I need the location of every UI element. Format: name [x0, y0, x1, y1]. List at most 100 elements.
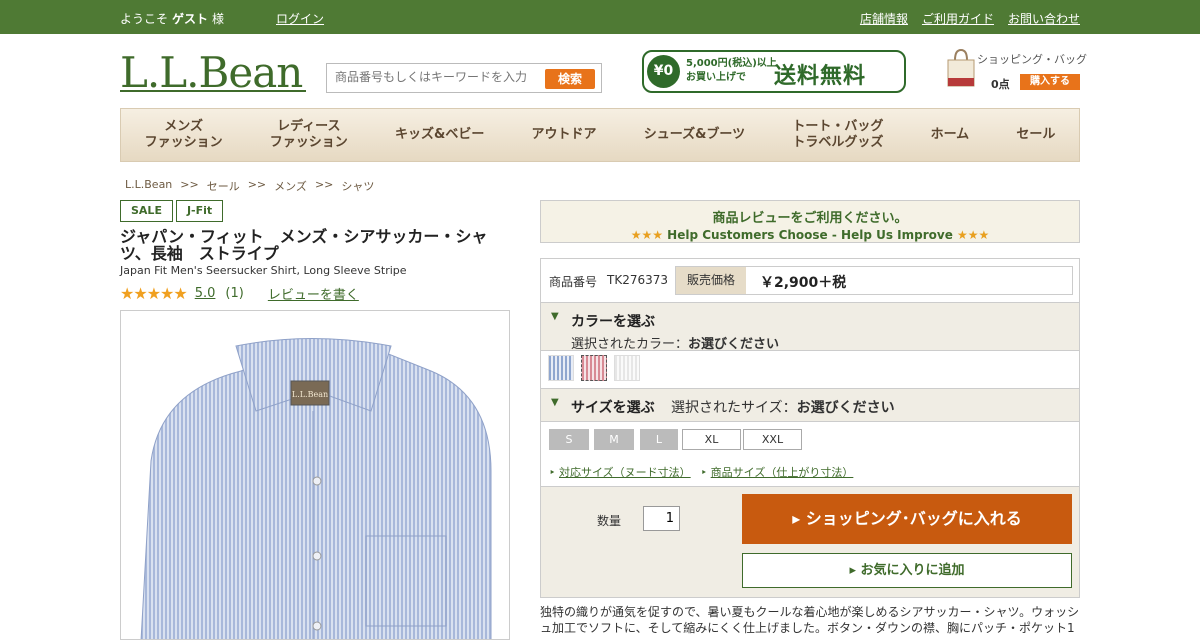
add-to-cart-label: ショッピング･バッグに入れる: [805, 509, 1022, 528]
free-shipping-text: 送料無料: [774, 64, 867, 89]
guest-name: ゲスト: [172, 12, 209, 26]
nav-kids[interactable]: キッズ&ベビー: [371, 127, 508, 143]
add-to-cart-button[interactable]: ▸ ショッピング･バッグに入れる: [742, 494, 1072, 544]
product-size-link-text[interactable]: 商品サイズ（仕上がり寸法）: [711, 466, 854, 479]
nav-mens[interactable]: メンズ ファッション: [121, 119, 246, 151]
price-value: ￥2,900＋税: [760, 275, 847, 291]
swatch-white-stripe[interactable]: [614, 355, 640, 381]
breadcrumb: L.L.Bean >> セール >> メンズ >> シャツ: [125, 178, 374, 194]
nude-size-link[interactable]: ‣ 対応サイズ（ヌード寸法）: [549, 464, 691, 480]
product-description: 独特の織りが通気を促すので、暑い夏もクールな着心地が楽しめるシアサッカー・シャツ…: [540, 605, 1080, 635]
breadcrumb-mens[interactable]: メンズ: [274, 178, 307, 194]
welcome-text: ようこそ ゲスト様: [120, 10, 224, 27]
quantity-input[interactable]: [643, 506, 680, 531]
selected-size: 選択されたサイズ：お選びください: [671, 397, 895, 417]
nav-sale[interactable]: セール: [993, 127, 1079, 143]
add-to-favorites-button[interactable]: ▸ お気に入りに追加: [742, 553, 1072, 588]
size-l-button[interactable]: L: [640, 429, 678, 450]
main-nav: メンズ ファッション レディース ファッション キッズ&ベビー アウトドア シュ…: [120, 108, 1080, 162]
size-options: S M L XL XXL ‣ 対応サイズ（ヌード寸法） ‣ 商品サイズ（仕上がり…: [541, 422, 1079, 486]
size-guide-links: ‣ 対応サイズ（ヌード寸法） ‣ 商品サイズ（仕上がり寸法）: [549, 464, 853, 480]
swatch-blue-stripe[interactable]: [548, 355, 574, 381]
welcome-suffix: 様: [212, 12, 225, 26]
store-info-link[interactable]: 店舗情報: [860, 10, 908, 27]
contact-link[interactable]: お問い合わせ: [1008, 10, 1080, 27]
banner-star-icon: ★★★: [630, 228, 663, 242]
review-banner-title: 商品レビューをご利用ください。: [712, 211, 908, 226]
product-tags: SALE J-Fit: [120, 200, 224, 222]
product-code: TK276373: [607, 273, 669, 287]
top-links: 店舗情報 ご利用ガイド お問い合わせ: [860, 10, 1080, 27]
guide-link[interactable]: ご利用ガイド: [922, 10, 994, 27]
breadcrumb-home[interactable]: L.L.Bean: [125, 178, 172, 194]
nav-bags[interactable]: トート・バッグ トラベルグッズ: [769, 119, 907, 151]
banner-star-icon: ★★★: [957, 228, 990, 242]
size-title: サイズを選ぶ: [571, 400, 655, 416]
breadcrumb-sale[interactable]: セール: [207, 178, 240, 194]
write-review-link[interactable]: レビューを書く: [268, 284, 359, 303]
size-xxl-button[interactable]: XXL: [743, 429, 802, 450]
review-banner-subtitle: ★★★ Help Customers Choose - Help Us Impr…: [541, 228, 1079, 242]
selected-color-label: 選択されたカラー：: [571, 337, 689, 352]
color-swatches: [541, 351, 1079, 389]
purchase-panel: 商品番号 TK276373 販売価格 ￥2,900＋税 ▼ カラーを選ぶ 選択さ…: [540, 258, 1080, 598]
add-to-favorites-label: お気に入りに追加: [860, 563, 965, 578]
nav-shoes[interactable]: シューズ&ブーツ: [620, 127, 769, 143]
product-image[interactable]: L.L.Bean: [120, 310, 510, 640]
logo-underline: [120, 90, 306, 92]
breadcrumb-separator: >>: [180, 178, 199, 191]
product-code-row: 商品番号 TK276373 販売価格 ￥2,900＋税: [541, 259, 1079, 303]
shipping-condition: 5,000円(税込)以上 お買い上げで: [686, 57, 777, 85]
nav-ladies[interactable]: レディース ファッション: [246, 119, 371, 151]
product-title: ジャパン・フィット メンズ・シアサッカー・シャツ、長袖 ストライプ: [120, 227, 488, 263]
rating-stars-icon: ★★★★★: [120, 284, 188, 303]
triangle-down-icon: ▼: [551, 311, 559, 322]
selected-size-value: お選びください: [796, 400, 895, 416]
product-subtitle: Japan Fit Men's Seersucker Shirt, Long S…: [120, 264, 407, 277]
top-bar: ようこそ ゲスト様 ログイン 店舗情報 ご利用ガイド お問い合わせ: [0, 0, 1200, 34]
bag-count: 0点: [991, 78, 1010, 91]
shipping-line2: お買い上げで: [686, 72, 746, 83]
sale-tag: SALE: [120, 200, 173, 222]
nude-size-link-text[interactable]: 対応サイズ（ヌード寸法）: [559, 466, 691, 479]
size-s-button[interactable]: S: [549, 429, 589, 450]
free-shipping-banner[interactable]: ¥0 5,000円(税込)以上 お買い上げで 送料無料: [642, 50, 906, 93]
size-section-header: ▼ サイズを選ぶ 選択されたサイズ：お選びください: [541, 389, 1079, 422]
nav-home[interactable]: ホーム: [907, 127, 993, 143]
shirt-image: L.L.Bean: [140, 338, 492, 639]
price-box: 販売価格 ￥2,900＋税: [675, 266, 1073, 295]
jfit-tag: J-Fit: [175, 200, 224, 222]
color-title: カラーを選ぶ: [571, 314, 655, 330]
triangle-down-icon: ▼: [551, 397, 559, 408]
selected-color-value: お選びください: [688, 337, 780, 352]
size-xl-button[interactable]: XL: [682, 429, 741, 450]
breadcrumb-shirts: シャツ: [341, 180, 375, 193]
breadcrumb-separator: >>: [247, 178, 267, 191]
search-button[interactable]: 検索: [545, 69, 595, 89]
login-link[interactable]: ログイン: [276, 10, 324, 27]
search-input[interactable]: [335, 70, 535, 84]
review-count: (1): [225, 286, 244, 301]
play-arrow-icon: ▸: [792, 509, 801, 528]
shopping-bag-icon[interactable]: [946, 48, 976, 88]
swatch-red-stripe[interactable]: [581, 355, 607, 381]
review-banner[interactable]: 商品レビューをご利用ください。 ★★★ Help Customers Choos…: [540, 200, 1080, 243]
price-label: 販売価格: [676, 267, 746, 294]
selected-color: 選択されたカラー：お選びください: [571, 333, 779, 352]
play-arrow-icon: ▸: [849, 563, 856, 578]
product-code-label: 商品番号: [549, 275, 598, 289]
yen-zero-badge: ¥0: [647, 55, 680, 88]
quantity-label: 数量: [597, 514, 622, 528]
checkout-button[interactable]: 購入する: [1020, 74, 1080, 90]
product-rating: ★★★★★ 5.0 (1) レビューを書く: [120, 284, 359, 303]
product-size-link[interactable]: ‣ 商品サイズ（仕上がり寸法）: [701, 464, 854, 480]
nav-outdoor[interactable]: アウトドア: [508, 127, 620, 143]
rating-score[interactable]: 5.0: [195, 286, 216, 301]
review-banner-text: Help Customers Choose - Help Us Improve: [667, 228, 953, 242]
welcome-prefix: ようこそ: [120, 12, 169, 26]
size-m-button[interactable]: M: [594, 429, 634, 450]
shirt-label: L.L.Bean: [292, 390, 328, 399]
shopping-bag-label: ショッピング・バッグ: [977, 53, 1087, 66]
breadcrumb-separator: >>: [314, 178, 334, 191]
search-box: 検索: [326, 63, 602, 93]
